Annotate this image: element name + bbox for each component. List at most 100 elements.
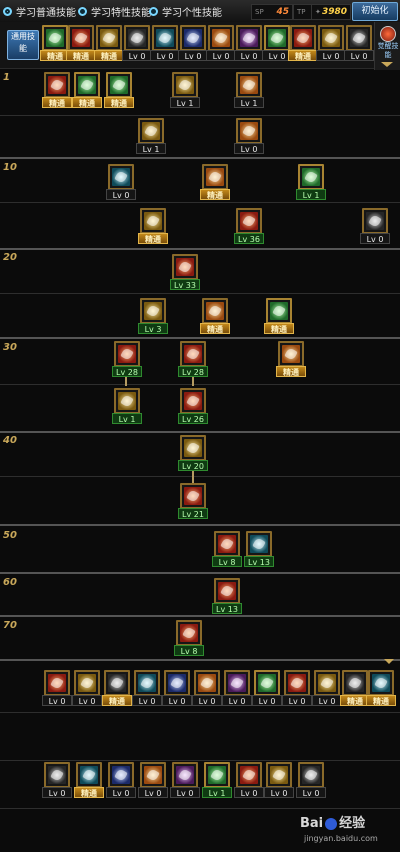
skill-slot[interactable] bbox=[172, 72, 198, 98]
skill-icon bbox=[128, 29, 146, 47]
radio-selected-icon[interactable] bbox=[3, 6, 12, 16]
skill-icon bbox=[250, 535, 268, 553]
common-skill-slot[interactable] bbox=[68, 25, 94, 51]
mastered-badge: 精通 bbox=[264, 323, 294, 334]
tab-trait-skills[interactable]: 学习特性技能 bbox=[78, 3, 151, 19]
awakening-skill-label: 觉醒技能 bbox=[377, 42, 399, 59]
level-divider bbox=[0, 572, 400, 574]
common-skill-slot[interactable] bbox=[318, 25, 344, 51]
bar-skill-slot[interactable] bbox=[224, 670, 250, 696]
skill-slot[interactable] bbox=[214, 578, 240, 604]
skill-slot[interactable] bbox=[362, 208, 388, 234]
awakening-skill-panel[interactable]: 觉醒技能 bbox=[374, 22, 400, 70]
skill-slot[interactable] bbox=[180, 341, 206, 367]
skill-slot[interactable] bbox=[214, 531, 240, 557]
bar-skill-slot[interactable] bbox=[342, 670, 368, 696]
skill-slot[interactable] bbox=[176, 620, 202, 646]
level-marker-10: 10 bbox=[3, 162, 17, 173]
common-skill-slot[interactable] bbox=[208, 25, 234, 51]
skill-level-label: Lv 0 bbox=[206, 50, 236, 61]
skill-slot[interactable] bbox=[140, 208, 166, 234]
awakening-skill-icon[interactable] bbox=[380, 26, 396, 42]
mastered-badge: 精通 bbox=[72, 97, 102, 108]
tab-normal-skills[interactable]: 学习普通技能 bbox=[3, 3, 76, 19]
common-skill-slot[interactable] bbox=[264, 25, 290, 51]
bar-skill-slot[interactable] bbox=[284, 670, 310, 696]
skill-level-label: Lv 8 bbox=[212, 556, 242, 567]
skill-slot[interactable] bbox=[180, 435, 206, 461]
mastered-badge: 精通 bbox=[138, 233, 168, 244]
skill-slot[interactable] bbox=[140, 298, 166, 324]
bar-skill-slot[interactable] bbox=[298, 762, 324, 788]
skill-slot[interactable] bbox=[106, 72, 132, 98]
common-skill-slot[interactable] bbox=[290, 25, 316, 51]
skill-level-label: Lv 0 bbox=[72, 695, 102, 706]
skill-slot[interactable] bbox=[278, 341, 304, 367]
skill-level-label: Lv 1 bbox=[234, 97, 264, 108]
common-skill-slot[interactable] bbox=[346, 25, 372, 51]
skill-slot[interactable] bbox=[114, 341, 140, 367]
skill-level-label: Lv 0 bbox=[42, 695, 72, 706]
bar-skill-slot[interactable] bbox=[194, 670, 220, 696]
bar-skill-slot[interactable] bbox=[164, 670, 190, 696]
skill-icon bbox=[208, 766, 226, 784]
mastered-badge: 精通 bbox=[366, 695, 396, 706]
bar-skill-slot[interactable] bbox=[368, 670, 394, 696]
skill-slot[interactable] bbox=[44, 72, 70, 98]
skill-slot[interactable] bbox=[172, 254, 198, 280]
bar-skill-slot[interactable] bbox=[104, 670, 130, 696]
skill-slot[interactable] bbox=[138, 118, 164, 144]
skill-slot[interactable] bbox=[74, 72, 100, 98]
bar-skill-slot[interactable] bbox=[134, 670, 160, 696]
radio-unselected-icon[interactable] bbox=[78, 6, 87, 16]
bar-skill-slot[interactable] bbox=[266, 762, 292, 788]
skill-slot[interactable] bbox=[236, 72, 262, 98]
skill-slot[interactable] bbox=[266, 298, 292, 324]
skill-slot[interactable] bbox=[298, 164, 324, 190]
bar-skill-slot[interactable] bbox=[314, 670, 340, 696]
common-skill-slot[interactable] bbox=[96, 25, 122, 51]
skill-level-label: Lv 26 bbox=[178, 413, 208, 424]
skill-slot[interactable] bbox=[108, 164, 134, 190]
bar-skill-slot[interactable] bbox=[236, 762, 262, 788]
collapse-arrow-icon[interactable] bbox=[384, 659, 394, 664]
common-skill-slot[interactable] bbox=[42, 25, 68, 51]
radio-unselected-icon[interactable] bbox=[149, 6, 158, 16]
skill-level-label: Lv 1 bbox=[170, 97, 200, 108]
tab-personal-skills[interactable]: 学习个性技能 bbox=[149, 3, 222, 19]
tab-personal-skills-label: 学习个性技能 bbox=[162, 7, 222, 19]
skill-icon bbox=[270, 302, 288, 320]
bar-skill-slot[interactable] bbox=[76, 762, 102, 788]
skill-slot[interactable] bbox=[180, 483, 206, 509]
common-skill-slot[interactable] bbox=[236, 25, 262, 51]
bar-skill-slot[interactable] bbox=[44, 670, 70, 696]
bar-skill-slot[interactable] bbox=[74, 670, 100, 696]
gold-counter-value: 3980 bbox=[321, 7, 347, 17]
skill-icon bbox=[258, 674, 276, 692]
skill-level-label: Lv 0 bbox=[296, 787, 326, 798]
skill-icon bbox=[78, 674, 96, 692]
expand-arrow-icon[interactable] bbox=[381, 62, 393, 67]
skill-slot[interactable] bbox=[202, 164, 228, 190]
bar-skill-slot[interactable] bbox=[44, 762, 70, 788]
initialize-button[interactable]: 初始化 bbox=[352, 2, 398, 21]
skill-icon bbox=[206, 302, 224, 320]
common-skill-slot[interactable] bbox=[152, 25, 178, 51]
skill-icon bbox=[112, 766, 130, 784]
bar-skill-slot[interactable] bbox=[204, 762, 230, 788]
bar-skill-slot[interactable] bbox=[172, 762, 198, 788]
common-skill-slot[interactable] bbox=[180, 25, 206, 51]
bar-skill-slot[interactable] bbox=[140, 762, 166, 788]
skill-slot[interactable] bbox=[114, 388, 140, 414]
common-skill-slot[interactable] bbox=[124, 25, 150, 51]
skill-icon bbox=[78, 76, 96, 94]
skill-slot[interactable] bbox=[246, 531, 272, 557]
bar-skill-slot[interactable] bbox=[108, 762, 134, 788]
skill-slot[interactable] bbox=[180, 388, 206, 414]
skill-slot[interactable] bbox=[236, 208, 262, 234]
skill-level-label: Lv 0 bbox=[162, 695, 192, 706]
bar-skill-slot[interactable] bbox=[254, 670, 280, 696]
skill-slot[interactable] bbox=[236, 118, 262, 144]
skill-slot[interactable] bbox=[202, 298, 228, 324]
skill-level-label: Lv 1 bbox=[296, 189, 326, 200]
